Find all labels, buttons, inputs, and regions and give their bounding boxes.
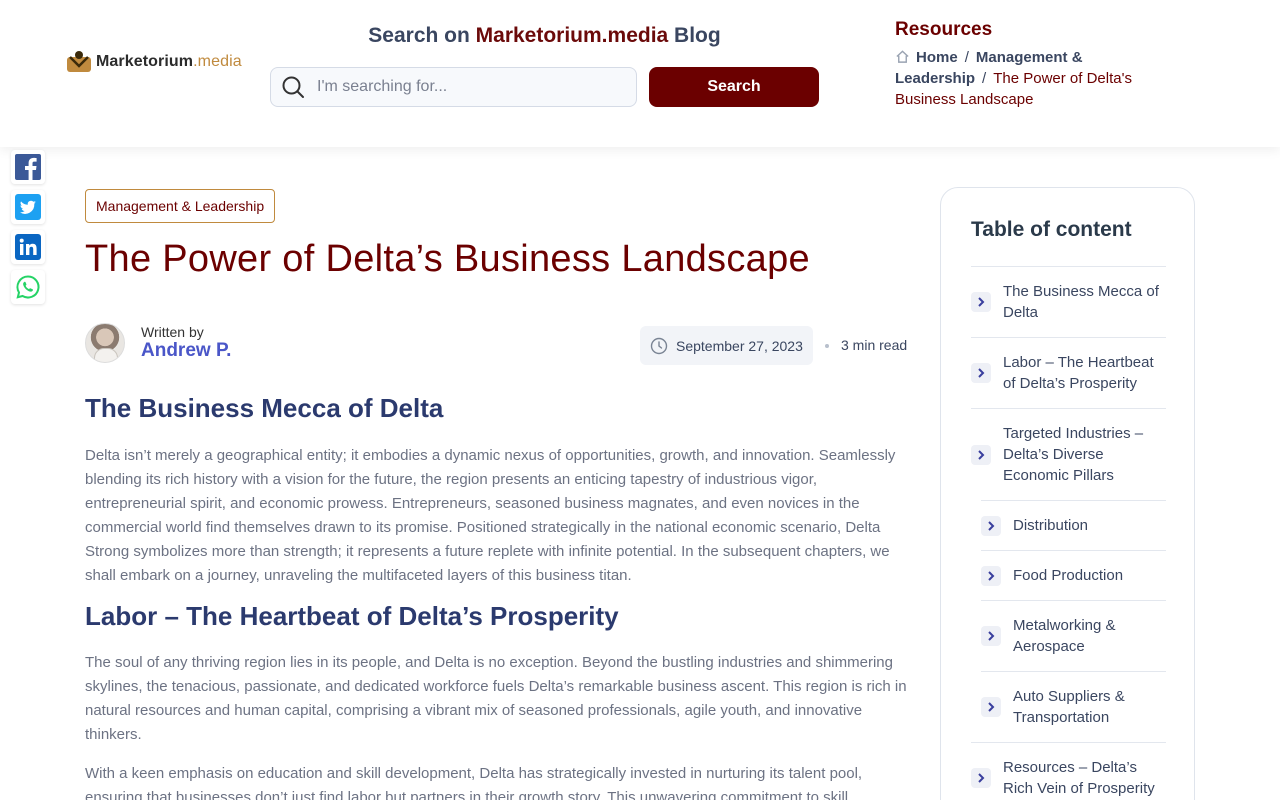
share-twitter-button[interactable]	[11, 190, 45, 224]
toc-item-label: The Business Mecca of Delta	[1003, 283, 1159, 321]
chevron-right-icon	[981, 565, 1001, 586]
toc-item-label: Resources – Delta’s Rich Vein of Prosper…	[1003, 759, 1155, 797]
logo-text: Marketorium.media	[96, 53, 242, 70]
section-heading: Labor – The Heartbeat of Delta’s Prosper…	[85, 601, 619, 631]
article-title: The Power of Delta’s Business Landscape	[85, 238, 810, 280]
toc-subitem[interactable]: Metalworking & Aerospace	[981, 600, 1166, 671]
resources-panel: Resources Home / Management & Leadership / T…	[895, 19, 1175, 110]
breadcrumb-home[interactable]: Home	[916, 49, 958, 66]
search-icon	[282, 76, 304, 98]
author-label: Written by	[141, 324, 204, 340]
meta-separator	[825, 344, 829, 348]
resources-title: Resources	[895, 19, 993, 40]
toc-subitem[interactable]: Auto Suppliers & Transportation	[981, 671, 1166, 742]
toc-item-label: Distribution	[1013, 517, 1089, 534]
toc-item[interactable]: Resources – Delta’s Rich Vein of Prosper…	[971, 742, 1166, 800]
breadcrumb: Home / Management & Leadership / The Power o…	[895, 47, 1175, 110]
section-heading: The Business Mecca of Delta	[85, 393, 444, 423]
share-whatsapp-button[interactable]	[11, 270, 45, 304]
clock-icon	[650, 337, 668, 354]
chevron-right-icon	[971, 363, 991, 383]
chevron-right-icon	[971, 444, 991, 465]
facebook-icon	[15, 154, 41, 180]
search-heading: Search on Marketorium.media Blog	[368, 24, 721, 47]
publish-date: September 27, 2023	[640, 326, 813, 365]
toc-item[interactable]: The Business Mecca of Delta	[971, 266, 1166, 337]
toc-subitem[interactable]: Food Production	[981, 550, 1166, 600]
chevron-right-icon	[981, 697, 1001, 717]
share-facebook-button[interactable]	[11, 150, 45, 184]
chevron-right-icon	[981, 626, 1001, 646]
toc-item-label: Food Production	[1013, 567, 1124, 584]
toc-title: Table of content	[971, 218, 1132, 241]
toc-item-label: Metalworking & Aerospace	[1013, 617, 1116, 655]
whatsapp-icon	[16, 275, 40, 299]
breadcrumb-separator: /	[982, 70, 987, 87]
site-header: Marketorium.media Search on Marketorium.…	[0, 0, 1280, 147]
social-share-bar	[11, 150, 45, 310]
site-logo[interactable]: Marketorium.media	[66, 50, 242, 74]
search-button[interactable]: Search	[649, 67, 819, 107]
publish-date-text: September 27, 2023	[676, 337, 803, 354]
author-block: Written by Andrew P.	[85, 323, 231, 363]
chevron-right-icon	[971, 292, 991, 312]
toc-item-label: Labor – The Heartbeat of Delta’s Prosper…	[1003, 354, 1154, 392]
table-of-contents: Table of content The Business Mecca of D…	[940, 187, 1195, 800]
share-linkedin-button[interactable]	[11, 230, 45, 264]
toc-item-label: Auto Suppliers & Transportation	[1013, 688, 1125, 726]
search-input[interactable]	[317, 78, 617, 96]
search-box	[270, 67, 637, 107]
twitter-icon	[15, 194, 41, 220]
section-paragraph: With a keen emphasis on education and sk…	[85, 765, 863, 800]
toc-list: The Business Mecca of Delta Labor – The …	[971, 266, 1166, 800]
read-time: 3 min read	[841, 337, 908, 353]
author-name[interactable]: Andrew P.	[141, 340, 231, 362]
linkedin-icon	[15, 234, 41, 260]
author-avatar	[85, 323, 125, 363]
logo-icon	[66, 50, 92, 74]
toc-item-label: Targeted Industries – Delta’s Diverse Ec…	[1003, 425, 1144, 484]
breadcrumb-separator: /	[964, 49, 969, 66]
home-icon	[896, 50, 909, 63]
section-paragraph: The soul of any thriving region lies in …	[85, 654, 907, 743]
toc-item[interactable]: Targeted Industries – Delta’s Diverse Ec…	[971, 408, 1166, 500]
chevron-right-icon	[971, 768, 991, 788]
toc-item[interactable]: Labor – The Heartbeat of Delta’s Prosper…	[971, 337, 1166, 408]
section-paragraph: Delta isn’t merely a geographical entity…	[85, 447, 896, 584]
toc-subitem[interactable]: Distribution	[981, 500, 1166, 550]
category-tag[interactable]: Management & Leadership	[85, 189, 276, 223]
chevron-right-icon	[981, 515, 1001, 536]
